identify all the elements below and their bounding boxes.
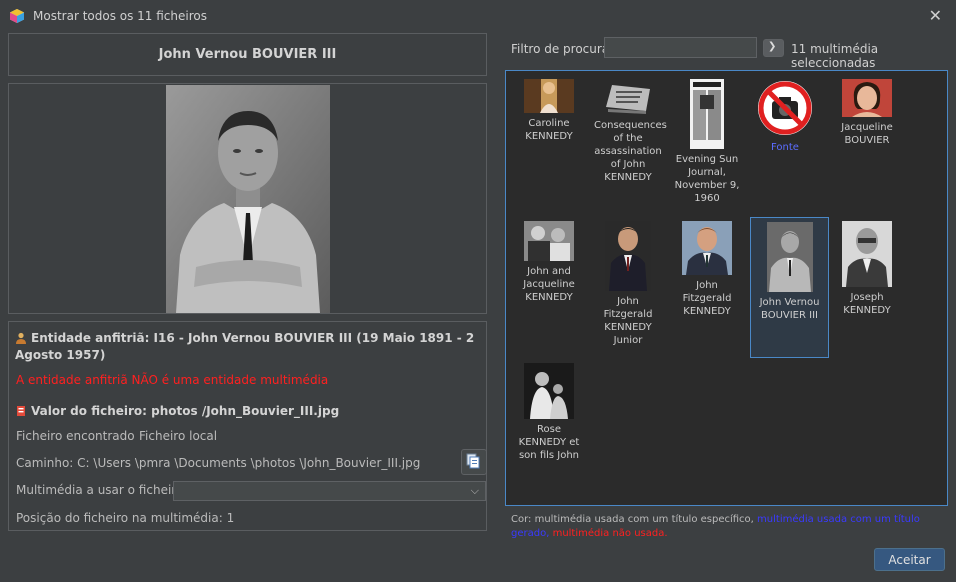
photo-preview-panel <box>8 83 487 314</box>
media-tile[interactable]: Fonte <box>750 79 820 154</box>
person-icon <box>15 332 27 344</box>
title-bar: Mostrar todos os 11 ficheiros ✕ <box>0 0 956 32</box>
close-icon[interactable]: ✕ <box>929 6 942 25</box>
no-photo-icon <box>758 81 812 135</box>
host-entity-row: Entidade anfitriã: I16 - John Vernou BOU… <box>15 330 481 364</box>
media-thumbnail <box>524 79 574 113</box>
file-value-row: Valor do ficheiro: photos /John_Bouvier_… <box>15 404 339 418</box>
file-value-text: Valor do ficheiro: photos /John_Bouvier_… <box>31 404 340 418</box>
media-caption: John Fitzgerald KENNEDY <box>682 280 732 317</box>
media-tile[interactable]: Jacqueline BOUVIER <box>830 79 904 147</box>
chevron-down-icon: ❯ <box>768 41 777 52</box>
filter-input[interactable] <box>604 37 757 58</box>
media-tile[interactable]: Evening Sun Journal, November 9, 1960 <box>672 79 742 205</box>
media-caption: Jacqueline BOUVIER <box>841 122 893 146</box>
media-tile[interactable]: Rose KENNEDY et son fils John <box>514 363 584 462</box>
media-thumbnail <box>682 221 732 275</box>
file-found-label: Ficheiro encontrado <box>16 429 135 443</box>
host-warning: A entidade anfitriã NÃO é uma entidade m… <box>16 373 329 387</box>
file-path: Caminho: C: \Users \pmra \Documents \pho… <box>16 456 421 470</box>
portrait-photo <box>166 85 330 313</box>
app-logo-icon <box>10 9 24 23</box>
media-tile[interactable]: Consequences of the assassination of Joh… <box>592 79 667 184</box>
filter-label: Filtro de procura <box>511 42 610 56</box>
media-thumbnail <box>524 221 574 261</box>
media-caption: Caroline KENNEDY <box>525 118 573 142</box>
copy-icon <box>466 453 480 469</box>
media-tile[interactable]: Joseph KENNEDY <box>830 221 904 317</box>
media-tile-selected[interactable]: John Vernou BOUVIER III <box>750 217 829 358</box>
media-thumbnail <box>842 221 892 287</box>
entity-name-panel: John Vernou BOUVIER III <box>8 33 487 76</box>
media-grid: Caroline KENNEDY Consequences of the ass… <box>505 70 948 506</box>
media-combo[interactable]: ⌵ <box>173 481 486 501</box>
media-tile[interactable]: Caroline KENNEDY <box>514 79 584 143</box>
selected-count: 11 multimédia seleccionadas <box>791 42 879 70</box>
file-found-value: Ficheiro local <box>139 429 218 443</box>
accept-button[interactable]: Aceitar <box>874 548 945 571</box>
media-caption: Joseph KENNEDY <box>843 292 891 316</box>
media-tile[interactable]: John Fitzgerald KENNEDY Junior <box>592 221 664 347</box>
media-thumbnail <box>524 363 574 419</box>
filter-dropdown-button[interactable]: ❯ <box>763 39 784 57</box>
color-legend: Cor: multimédia usada com um título espe… <box>511 513 951 541</box>
media-label: Multimédia a usar o ficheiro: <box>16 483 188 497</box>
media-caption: John Vernou BOUVIER III <box>759 297 820 321</box>
media-caption: John Fitzgerald KENNEDY Junior <box>603 296 653 346</box>
window-title: Mostrar todos os 11 ficheiros <box>33 9 207 23</box>
media-tile[interactable]: John and Jacqueline KENNEDY <box>514 221 584 304</box>
media-thumbnail <box>842 79 892 117</box>
media-thumbnail <box>605 221 651 291</box>
media-caption: Rose KENNEDY et son fils John <box>518 424 580 461</box>
media-caption: Evening Sun Journal, November 9, 1960 <box>674 154 740 204</box>
media-caption: John and Jacqueline KENNEDY <box>523 266 575 303</box>
legend-unused: multimédia não usada. <box>552 528 668 539</box>
host-entity-text: Entidade anfitriã: I16 - John Vernou BOU… <box>15 331 475 362</box>
entity-name: John Vernou BOUVIER III <box>158 47 337 62</box>
media-thumbnail <box>690 79 724 149</box>
file-icon <box>15 405 27 417</box>
legend-specific: Cor: multimédia usada com um título espe… <box>511 514 754 525</box>
media-tile[interactable]: John Fitzgerald KENNEDY <box>672 221 742 318</box>
chevron-down-icon: ⌵ <box>470 484 479 497</box>
media-thumbnail <box>602 79 654 115</box>
copy-path-button[interactable] <box>461 449 487 475</box>
file-info-panel: Entidade anfitriã: I16 - John Vernou BOU… <box>8 321 487 531</box>
media-caption: Fonte <box>771 142 799 153</box>
media-thumbnail <box>766 222 813 292</box>
media-caption: Consequences of the assassination of Joh… <box>594 120 667 183</box>
file-position: Posição do ficheiro na multimédia: 1 <box>16 511 235 525</box>
